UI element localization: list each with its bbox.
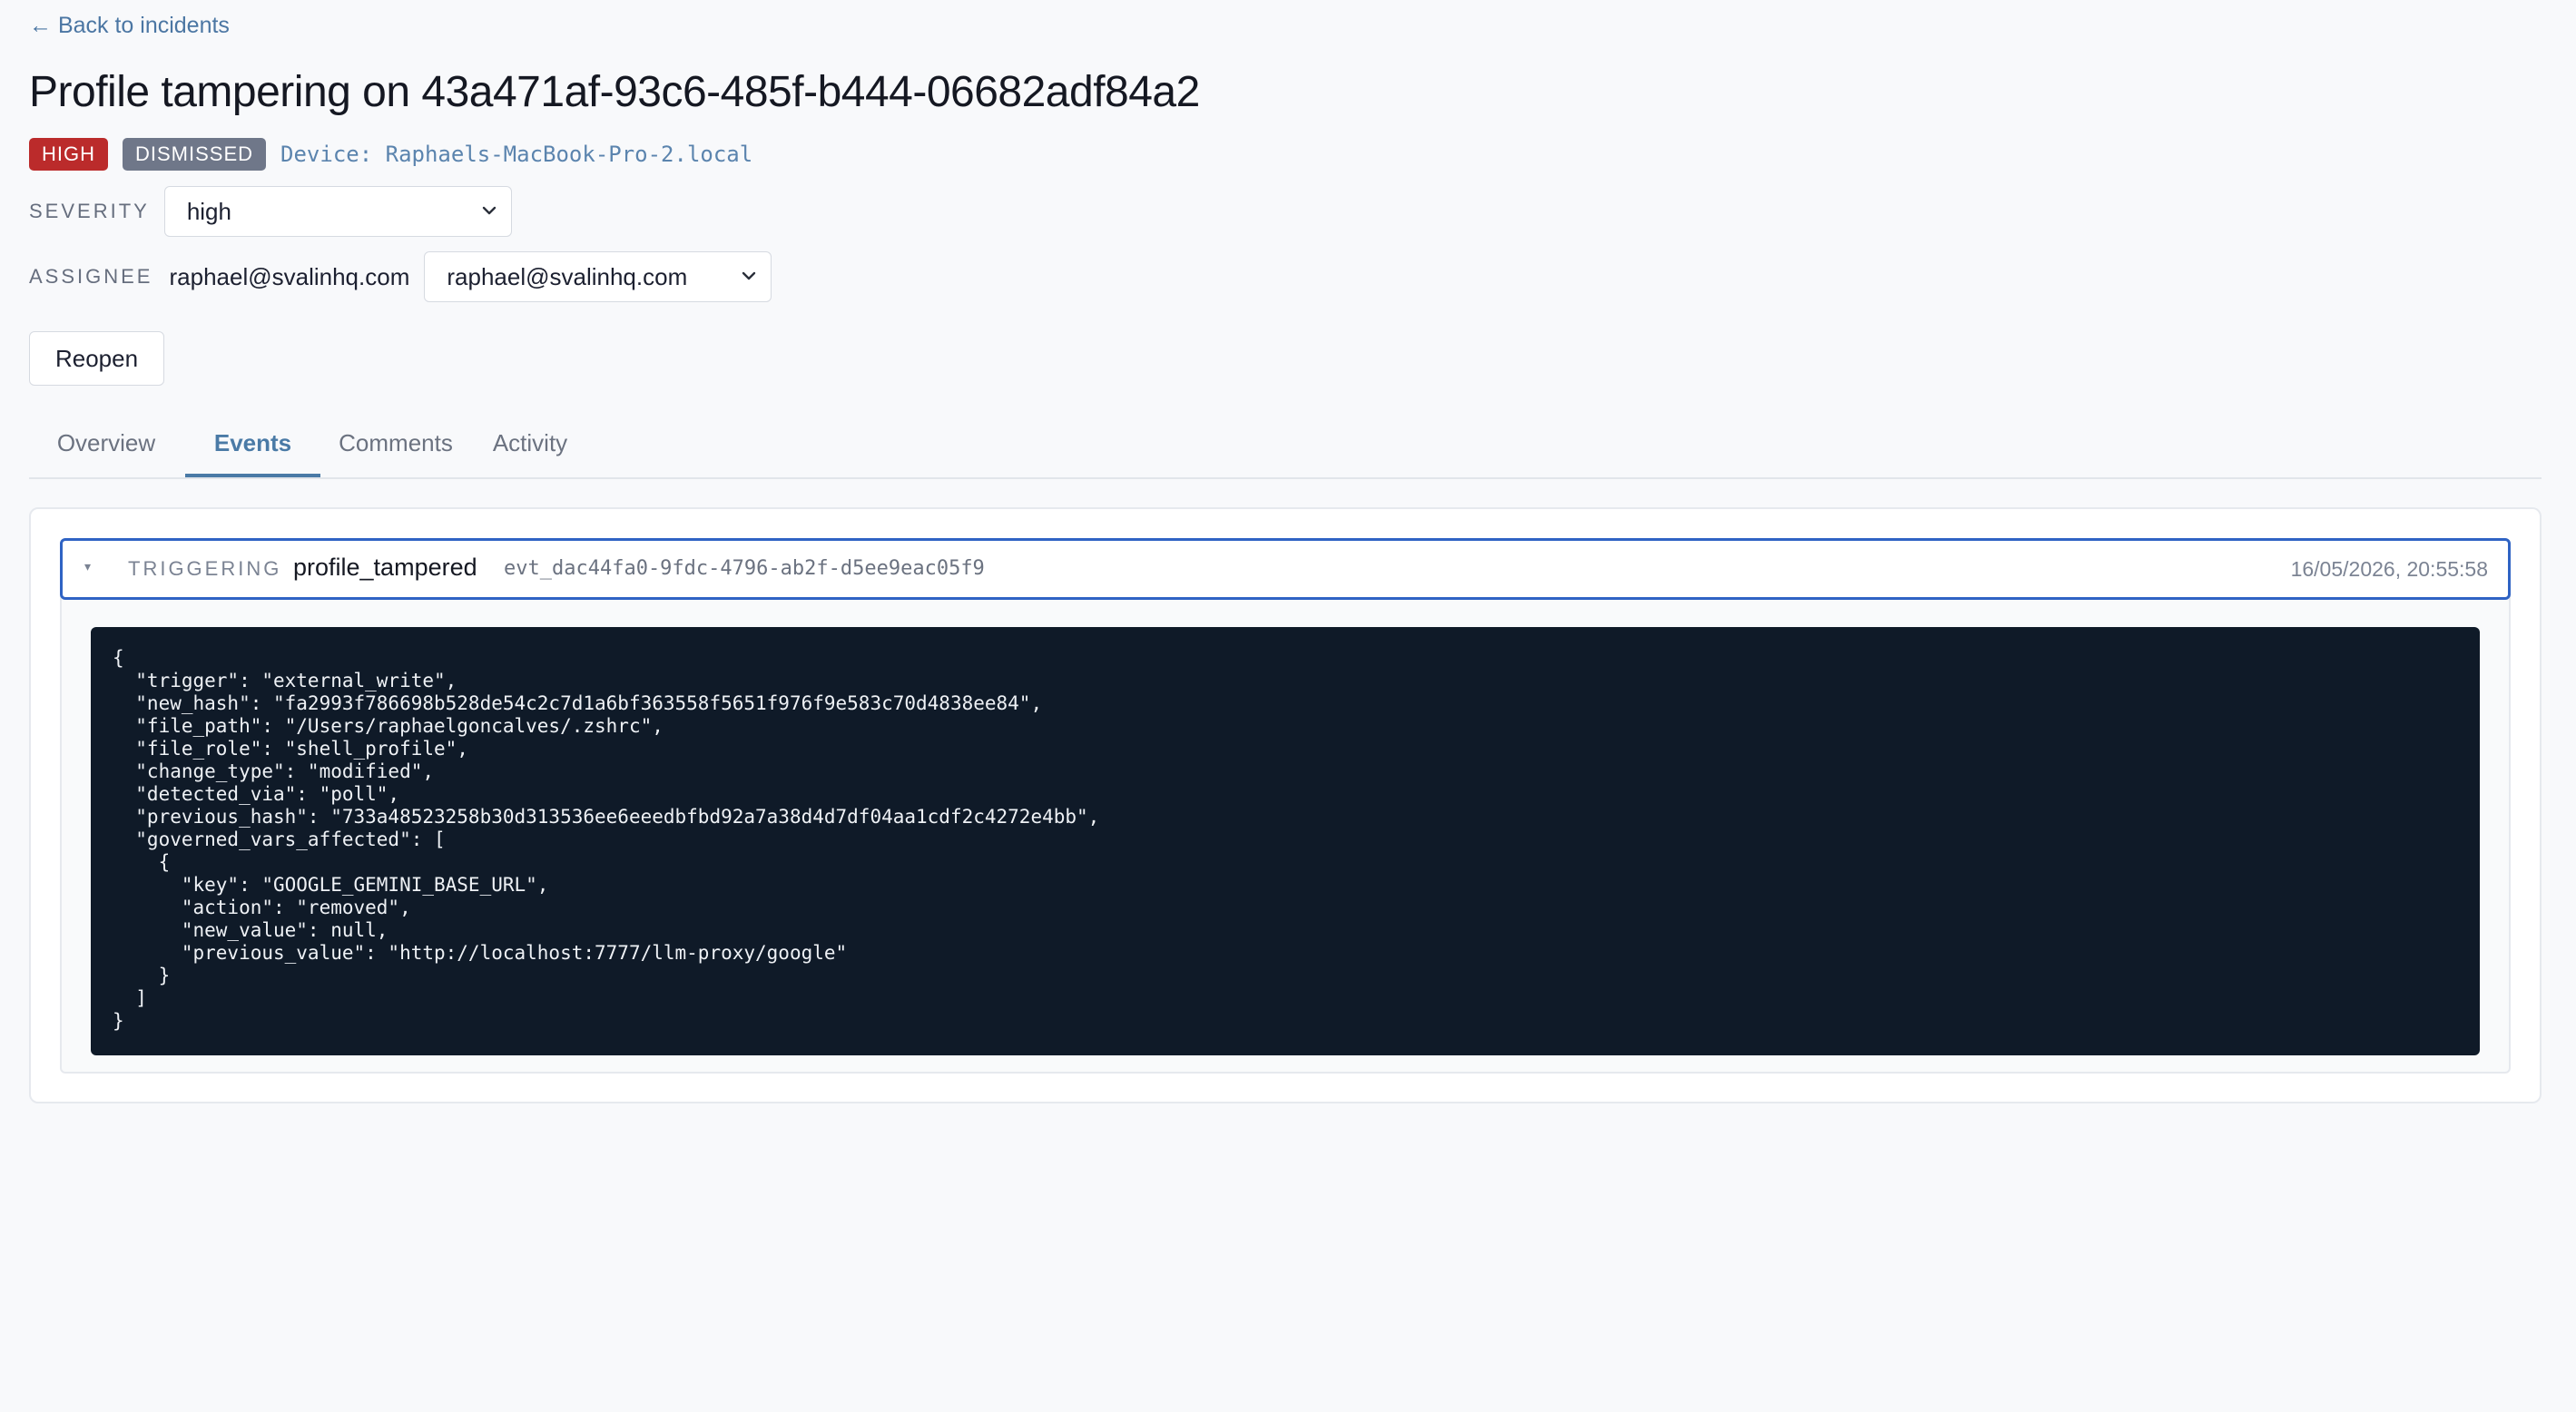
event-timestamp: 16/05/2026, 20:55:58 bbox=[2290, 557, 2488, 581]
incident-detail-page: ← Back to incidents Profile tampering on… bbox=[0, 0, 2576, 1412]
event-card: ▾ TRIGGERING profile_tampered evt_dac44f… bbox=[60, 538, 2511, 1074]
event-payload-json: { "trigger": "external_write", "new_hash… bbox=[91, 627, 2480, 1055]
reopen-button[interactable]: Reopen bbox=[29, 331, 164, 386]
severity-row: SEVERITY high bbox=[29, 186, 512, 237]
assignee-select-value: raphael@svalinhq.com bbox=[447, 263, 688, 290]
event-type: profile_tampered bbox=[293, 554, 477, 581]
assignee-label: ASSIGNEE bbox=[29, 265, 153, 288]
tab-events[interactable]: Events bbox=[185, 410, 320, 477]
tab-overview[interactable]: Overview bbox=[29, 410, 183, 476]
events-panel: ▾ TRIGGERING profile_tampered evt_dac44f… bbox=[29, 507, 2542, 1103]
assignee-current: raphael@svalinhq.com bbox=[169, 262, 410, 290]
severity-select[interactable]: high bbox=[163, 186, 512, 237]
tab-comments[interactable]: Comments bbox=[320, 410, 471, 476]
assignee-select[interactable]: raphael@svalinhq.com bbox=[424, 251, 772, 302]
caret-down-icon: ▾ bbox=[84, 559, 92, 574]
event-id: evt_dac44fa0-9fdc-4796-ab2f-d5ee9eac05f9 bbox=[504, 557, 985, 580]
incident-meta: HIGH DISMISSED Device: Raphaels-MacBook-… bbox=[29, 138, 752, 171]
severity-select-value: high bbox=[186, 198, 231, 225]
chevron-down-icon bbox=[742, 271, 756, 280]
tab-activity[interactable]: Activity bbox=[471, 410, 589, 476]
back-to-incidents-link[interactable]: ← Back to incidents bbox=[29, 13, 230, 39]
event-header[interactable]: ▾ TRIGGERING profile_tampered evt_dac44f… bbox=[60, 538, 2511, 600]
incident-tabs: Overview Events Comments Activity bbox=[29, 410, 2542, 479]
assignee-row: ASSIGNEE raphael@svalinhq.com raphael@sv… bbox=[29, 251, 772, 302]
chevron-down-icon bbox=[482, 206, 497, 215]
severity-badge: HIGH bbox=[29, 138, 108, 171]
event-role-label: TRIGGERING bbox=[128, 557, 282, 580]
status-badge: DISMISSED bbox=[123, 138, 267, 171]
device-label: Device: Raphaels-MacBook-Pro-2.local bbox=[280, 142, 753, 167]
severity-label: SEVERITY bbox=[29, 200, 150, 222]
page-title: Profile tampering on 43a471af-93c6-485f-… bbox=[29, 68, 1200, 116]
